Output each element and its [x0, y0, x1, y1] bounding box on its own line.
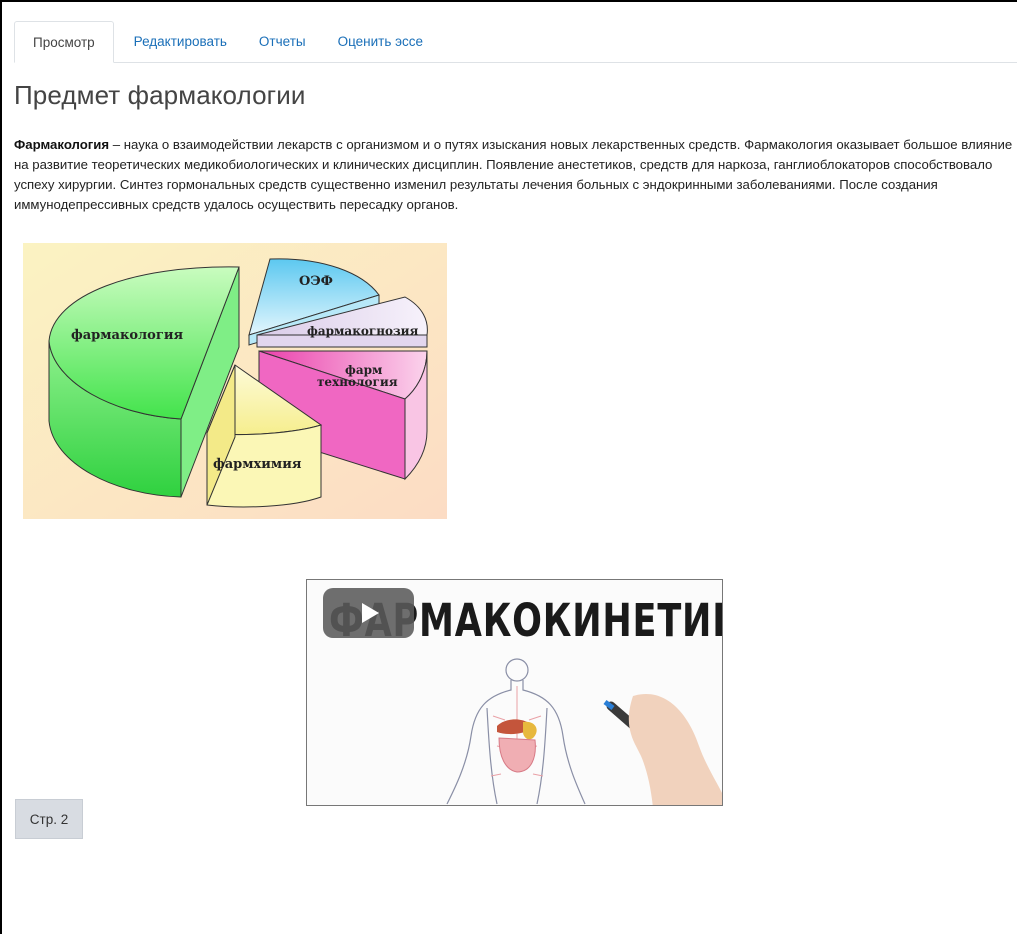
pie-label-pharmchem: фармхимия [213, 457, 302, 472]
pharmacology-pie-image: фармакология ОЭФ фармакогнозия фарм техн… [23, 243, 447, 519]
video-player[interactable]: ФАРМАКОКИНЕТИКА [306, 579, 723, 806]
intestine-shape [498, 737, 536, 773]
page-frame: Просмотр Редактировать Отчеты Оценить эс… [0, 0, 1017, 934]
tab-view[interactable]: Просмотр [14, 21, 114, 63]
page-indicator-button[interactable]: Стр. 2 [15, 799, 83, 839]
page-title: Предмет фармакологии [14, 80, 306, 110]
drawing-hand [628, 694, 722, 805]
intro-text: – наука о взаимодействии лекарств с орга… [14, 137, 1013, 212]
pie-label-pharmacology: фармакология [71, 328, 183, 343]
play-icon [362, 603, 379, 623]
tab-grade-essay[interactable]: Оценить эссе [322, 21, 439, 62]
video-illustration [446, 658, 722, 805]
intro-paragraph: Фармакология – наука о взаимодействии ле… [14, 135, 1017, 215]
tab-reports[interactable]: Отчеты [243, 21, 322, 62]
tab-bar: Просмотр Редактировать Отчеты Оценить эс… [14, 20, 1017, 63]
tab-edit[interactable]: Редактировать [114, 21, 243, 62]
pie-label-pharmtech-line2: технология [317, 375, 398, 389]
play-button[interactable] [323, 588, 414, 638]
intro-term: Фармакология [14, 137, 110, 152]
stomach-shape [523, 721, 537, 740]
pie-label-pharmacognosy: фармакогнозия [307, 324, 419, 338]
pie-label-oef: ОЭФ [299, 274, 333, 289]
